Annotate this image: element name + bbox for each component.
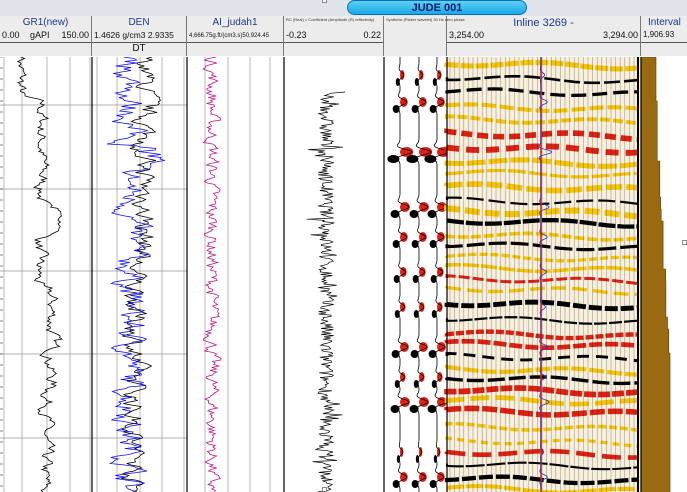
scale-ai: 4,666.75g.ft/(cm3.s)50,924.45 [187, 30, 283, 43]
scale-ai-text: 4,666.75g.ft/(cm3.s)50,924.45 [189, 33, 270, 39]
gr-track[interactable] [0, 57, 92, 492]
title-bar: JUDE 001 [0, 0, 687, 16]
track-header-rc[interactable]: RC (Real) = Coefficient (Amplitude (R) r… [284, 16, 384, 56]
track-name-gr: GR1(new) [22, 17, 69, 28]
track-header: GR1(new) 0.00 gAPI 150.00 DEN 1.4626 g/c… [0, 16, 687, 56]
scale-gr-max: 150.00 [61, 30, 89, 40]
log-tracks-panel[interactable] [0, 57, 687, 492]
resize-handle-right[interactable] [682, 240, 687, 245]
gr-curve [16, 57, 63, 492]
den-curve [106, 57, 165, 492]
resize-handle-top[interactable] [322, 0, 327, 3]
rc-curve [306, 91, 346, 492]
scale-inline-min: 3,254.00 [449, 30, 485, 40]
ai-curve [202, 57, 222, 492]
scale-gr-unit: gAPI [30, 30, 50, 40]
dt-curve [119, 57, 161, 492]
scale-rc-min: -0.23 [286, 30, 307, 40]
track-name-ai: AI_judah1 [212, 17, 258, 28]
track-header-den[interactable]: DEN 1.4626 g/cm3 2.9335 DT [92, 16, 187, 56]
scale-rc: -0.23 0.22 [284, 30, 383, 43]
track-name-den: DEN [128, 17, 150, 28]
track-header-interval[interactable]: Interval 1,906.93 [641, 16, 687, 56]
scale-den: 1.4626 g/cm3 2.9335 [92, 30, 186, 43]
scale-gr: 0.00 gAPI 150.00 [0, 30, 91, 43]
synthetic-track[interactable] [387, 57, 451, 492]
resize-handle-bottom[interactable] [322, 487, 327, 492]
track-header-gr[interactable]: GR1(new) 0.00 gAPI 150.00 [0, 16, 92, 56]
track-name-interval: Interval [648, 17, 681, 28]
track-header-ai[interactable]: AI_judah1 4,666.75g.ft/(cm3.s)50,924.45 [187, 16, 284, 56]
scale-gr-min: 0.00 [2, 30, 20, 40]
scale-interval-min: 1,906.93 [643, 30, 675, 39]
scale-den-text: 1.4626 g/cm3 2.9335 [94, 30, 174, 40]
scale-rc-max: 0.22 [363, 30, 381, 40]
seismic-inline-track[interactable] [444, 57, 641, 492]
scale-inline-max: 3,294.00 [602, 30, 638, 40]
interval-track[interactable] [640, 57, 671, 492]
ai-track[interactable] [202, 57, 271, 492]
track-name-rc: RC (Real) = Coefficient (Amplitude (R) r… [286, 17, 375, 22]
track-header-synthetic[interactable]: Synthetic (Ricker wavelet) 30 Hz zero ph… [384, 16, 465, 56]
den-track[interactable] [92, 57, 187, 492]
track-name-dt: DT [132, 43, 146, 54]
interval-fill [640, 57, 671, 492]
track-name-inline: Inline 3269 - [513, 17, 574, 29]
rc-track[interactable] [306, 91, 346, 492]
scale-inline: 3,254.00 3,294.00 [447, 30, 640, 43]
track-header-inline[interactable]: Inline 3269 - 3,254.00 3,294.00 [447, 16, 641, 56]
scale-interval: 1,906.93 [641, 30, 687, 43]
well-title-badge[interactable]: JUDE 001 [347, 0, 527, 15]
